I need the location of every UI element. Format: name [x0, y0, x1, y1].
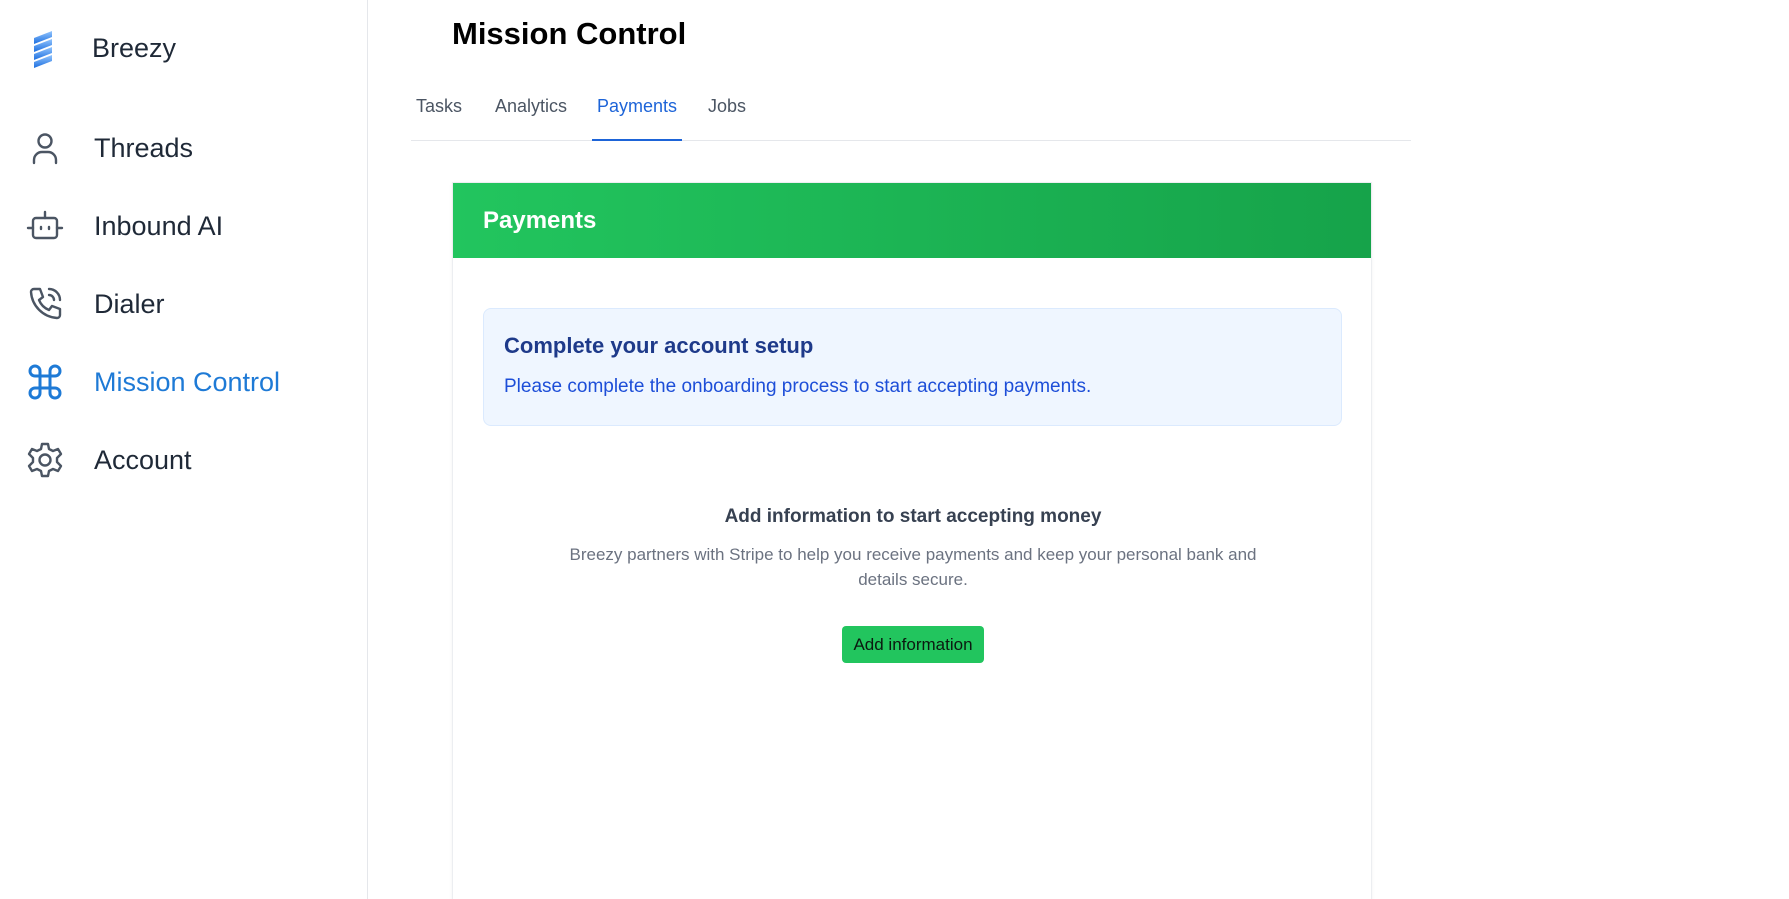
tab-payments[interactable]: Payments — [592, 84, 683, 141]
phone-icon — [29, 287, 62, 320]
sidebar-item-dialer[interactable]: Dialer — [26, 276, 346, 332]
sidebar: Breezy Threads Inbound AI Dialer Mission… — [0, 0, 368, 899]
tab-jobs[interactable]: Jobs — [703, 84, 751, 141]
sidebar-item-label: Account — [94, 444, 192, 475]
tab-tasks[interactable]: Tasks — [411, 84, 467, 141]
setup-alert: Complete your account setup Please compl… — [483, 308, 1342, 426]
breezy-logo-icon — [34, 31, 52, 68]
payments-card: Payments Complete your account setup Ple… — [452, 182, 1372, 899]
main-content: Mission Control Tasks Analytics Payments… — [368, 0, 1789, 899]
gear-icon — [27, 442, 63, 478]
tab-analytics[interactable]: Analytics — [490, 84, 572, 141]
add-information-button[interactable]: Add information — [842, 626, 984, 663]
sidebar-item-mission-control[interactable]: Mission Control — [26, 354, 346, 410]
robot-icon — [26, 210, 64, 240]
setup-alert-message: Please complete the onboarding process t… — [504, 376, 1092, 397]
user-icon — [32, 133, 58, 165]
setup-alert-title: Complete your account setup — [504, 333, 814, 358]
sidebar-item-account[interactable]: Account — [26, 432, 346, 488]
sidebar-item-label: Inbound AI — [94, 210, 224, 241]
page-title: Mission Control — [452, 16, 687, 51]
payments-card-header: Payments — [453, 183, 1371, 258]
sidebar-item-label: Dialer — [94, 288, 165, 319]
sidebar-item-threads[interactable]: Threads — [26, 120, 346, 176]
sidebar-item-label: Mission Control — [94, 366, 281, 397]
sidebar-item-label: Threads — [94, 132, 194, 163]
add-information-description: Breezy partners with Stripe to help you … — [569, 545, 1257, 589]
brand[interactable]: Breezy — [26, 24, 176, 74]
sidebar-item-inbound-ai[interactable]: Inbound AI — [26, 198, 346, 254]
app-root: Breezy Threads Inbound AI Dialer Mission… — [0, 0, 1789, 899]
payments-card-title: Payments — [483, 206, 597, 234]
add-information-heading: Add information to start accepting money — [724, 506, 1102, 527]
brand-name: Breezy — [92, 33, 177, 63]
tab-bar: Tasks Analytics Payments Jobs — [411, 84, 1411, 141]
command-icon — [28, 364, 62, 400]
add-information-section: Add information to start accepting money… — [453, 506, 1373, 663]
